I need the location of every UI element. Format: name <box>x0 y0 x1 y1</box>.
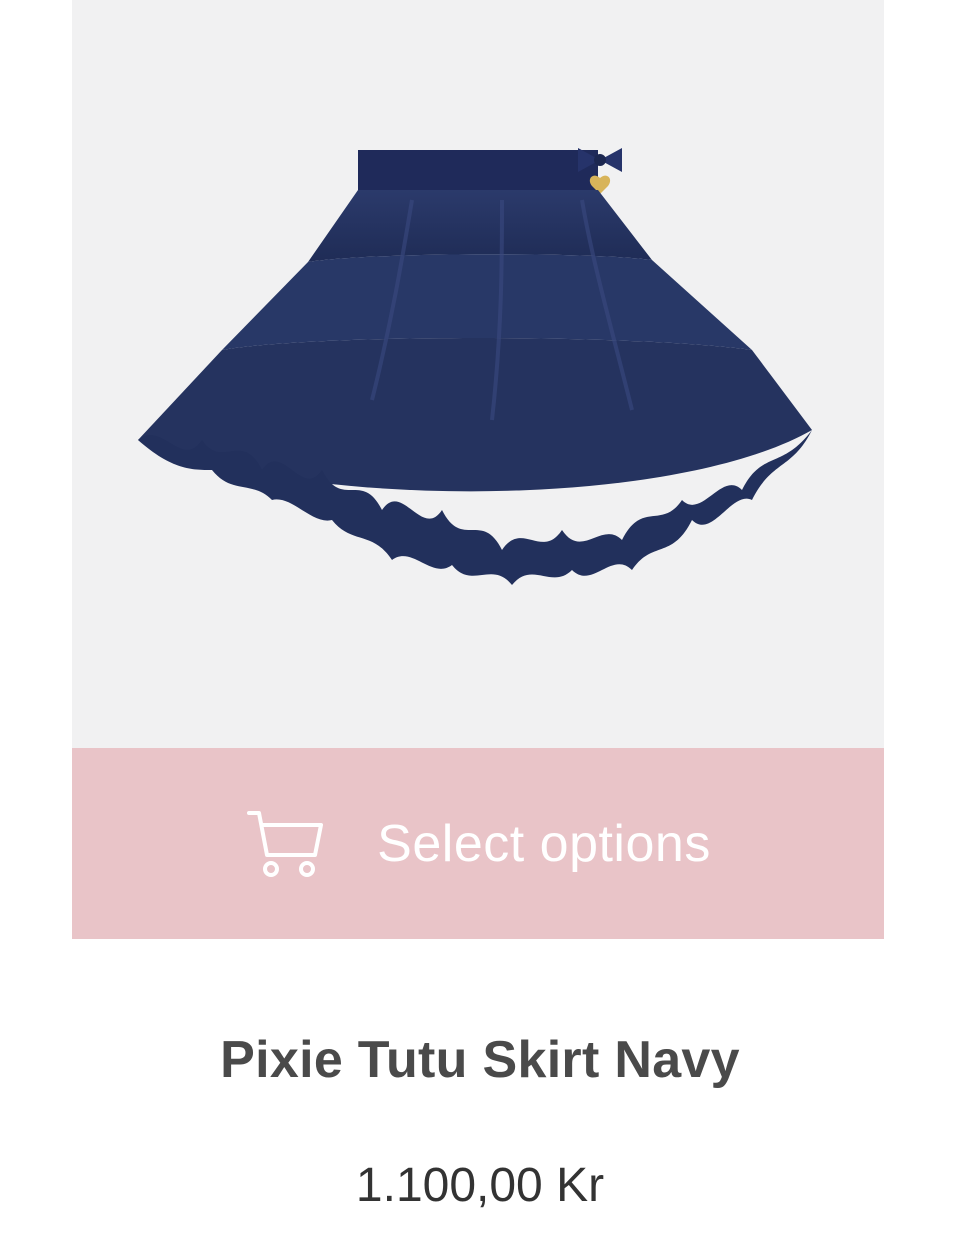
skirt-tier-2 <box>222 254 752 350</box>
tutu-skirt-illustration <box>138 148 812 585</box>
waistband <box>358 150 598 190</box>
product-card: Select options <box>72 0 884 939</box>
shopping-cart-icon <box>247 810 324 877</box>
select-options-button[interactable]: Select options <box>72 748 884 939</box>
product-title[interactable]: Pixie Tutu Skirt Navy <box>0 1030 960 1090</box>
product-price: 1.100,00 Kr <box>355 1159 605 1212</box>
product-image[interactable] <box>72 0 884 748</box>
skirt-tier-1 <box>308 190 652 262</box>
select-options-label: Select options <box>377 814 711 873</box>
